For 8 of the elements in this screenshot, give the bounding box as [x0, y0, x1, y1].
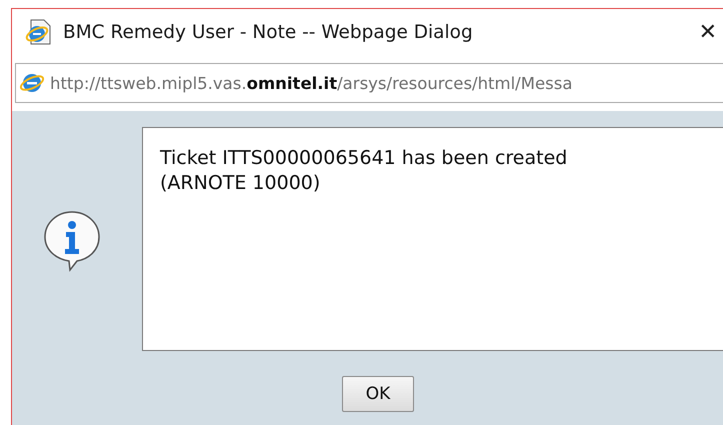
- window-title: BMC Remedy User - Note -- Webpage Dialog: [63, 22, 474, 42]
- message-text: Ticket ITTS00000065641 has been created (ARNOTE 10000): [160, 146, 568, 196]
- browser-icon: [20, 71, 44, 95]
- address-bar[interactable]: http://ttsweb.mipl5.vas.omnitel.it/arsys/resources/html/Messa: [15, 63, 723, 103]
- url-text: http://ttsweb.mipl5.vas.omnitel.it/arsys/resources/html/Messa: [50, 74, 572, 92]
- ok-button[interactable]: OK: [342, 376, 414, 412]
- close-button[interactable]: ✕: [698, 20, 723, 44]
- page-icon: [25, 18, 53, 46]
